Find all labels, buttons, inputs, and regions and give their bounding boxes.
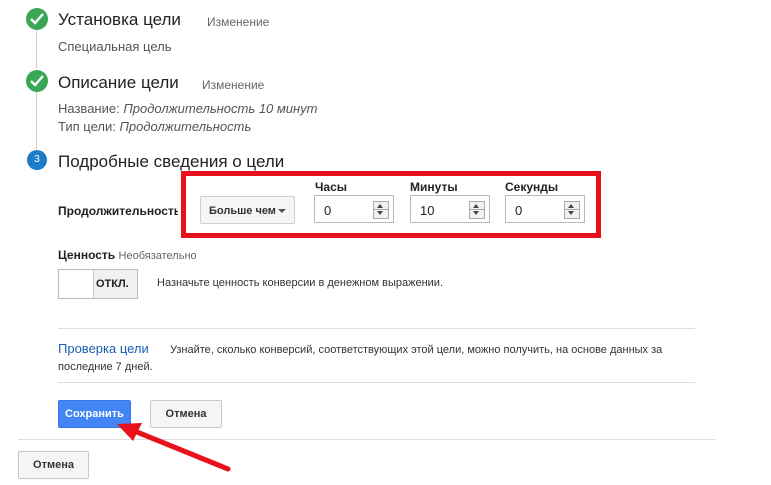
annotation-arrow bbox=[117, 423, 231, 472]
